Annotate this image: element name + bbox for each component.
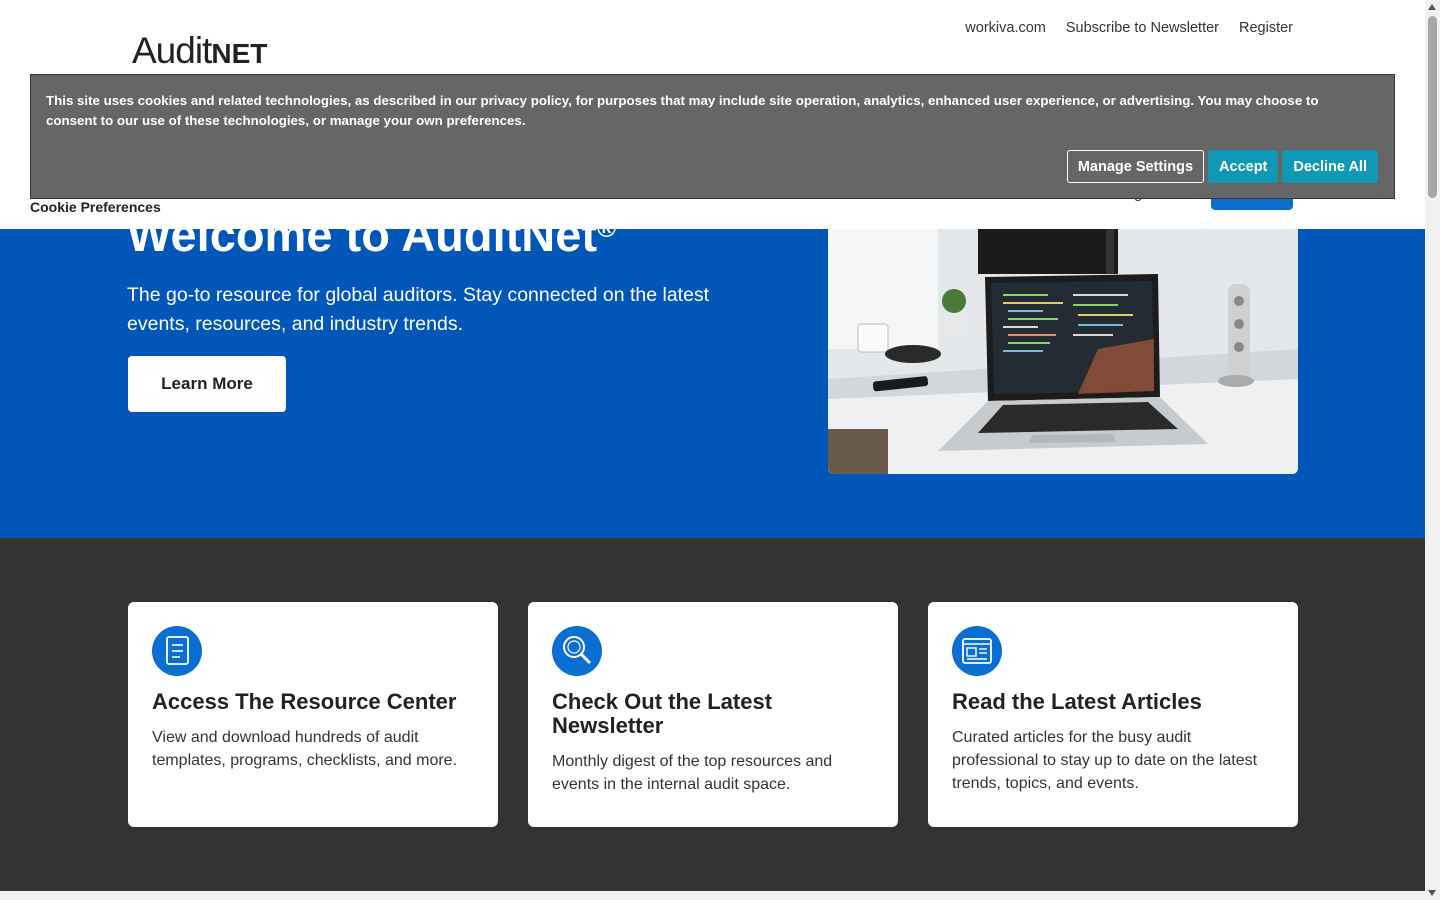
features-section: Access The Resource Center View and down…: [0, 538, 1425, 891]
hero-title-text: Welcome to AuditNet: [127, 229, 598, 261]
newspaper-icon: [952, 626, 1002, 676]
card-text: Curated articles for the busy audit prof…: [952, 729, 1258, 792]
card-text: Monthly digest of the top resources and …: [552, 753, 833, 793]
accept-button[interactable]: Accept: [1208, 150, 1279, 183]
scroll-down-arrow-icon[interactable]: [1428, 890, 1436, 896]
learn-more-button[interactable]: Learn More: [128, 356, 286, 412]
hero-laptop-image: [828, 229, 1298, 474]
cookie-consent-banner: This site uses cookies and related techn…: [30, 74, 1395, 199]
card-title: Read the Latest Articles: [952, 689, 1202, 714]
hero-subtitle: The go-to resource for global auditors. …: [127, 284, 710, 335]
scroll-thumb[interactable]: [1428, 16, 1437, 198]
card-text: View and download hundreds of audit temp…: [152, 729, 458, 769]
card-articles[interactable]: Read the Latest Articles Curated article…: [928, 602, 1298, 827]
document-icon: [152, 626, 202, 676]
registered-mark: ®: [597, 229, 616, 243]
hero-section: Welcome to AuditNet® The go-to resource …: [0, 229, 1425, 538]
hero-title: Welcome to AuditNet®: [127, 229, 616, 262]
top-link-subscribe[interactable]: Subscribe to Newsletter: [1066, 20, 1219, 36]
footer-edge: [0, 891, 1425, 900]
card-title: Check Out the Latest Newsletter: [552, 689, 773, 738]
cookie-preferences-link[interactable]: Cookie Preferences: [30, 199, 161, 215]
decline-all-button[interactable]: Decline All: [1282, 150, 1378, 183]
card-title: Access The Resource Center: [152, 689, 457, 714]
page-scrollbar[interactable]: [1425, 0, 1440, 900]
top-link-workiva[interactable]: workiva.com: [965, 20, 1046, 36]
manage-settings-button[interactable]: Manage Settings: [1066, 150, 1205, 183]
card-resource-center[interactable]: Access The Resource Center View and down…: [128, 602, 498, 827]
cookie-banner-buttons: Manage Settings Accept Decline All: [1066, 150, 1378, 183]
scroll-up-arrow-icon[interactable]: [1428, 4, 1436, 10]
auditnet-logo[interactable]: AuditNET: [132, 30, 282, 80]
magnifier-icon: [552, 626, 602, 676]
top-link-register[interactable]: Register: [1239, 20, 1293, 36]
top-links: workiva.com Subscribe to Newsletter Regi…: [965, 20, 1293, 36]
logo-audit-text: Audit: [132, 30, 212, 71]
card-newsletter[interactable]: Check Out the Latest Newsletter Monthly …: [528, 602, 898, 827]
logo-net-text: NET: [211, 38, 268, 69]
cookie-banner-text: This site uses cookies and related techn…: [46, 93, 1319, 128]
